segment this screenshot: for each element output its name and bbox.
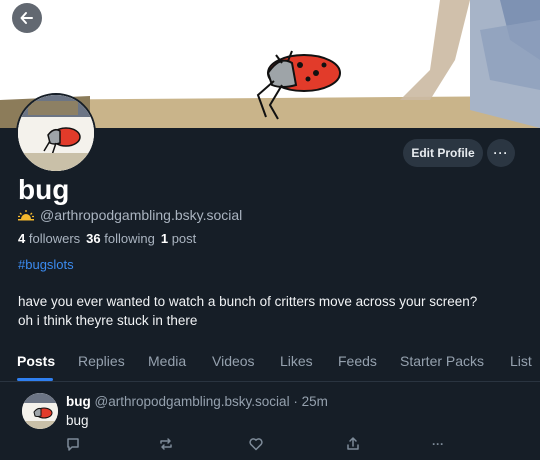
ellipsis-icon: ··· (432, 437, 444, 451)
tab-videos[interactable]: Videos (212, 353, 255, 369)
profile-avatar[interactable] (16, 93, 96, 173)
followers-count: 4 (18, 231, 26, 246)
followers-stat[interactable]: 4 followers (18, 231, 80, 246)
edit-profile-label: Edit Profile (411, 146, 475, 160)
post-author[interactable]: bug (66, 394, 91, 409)
following-count: 36 (86, 231, 101, 246)
back-button[interactable] (12, 3, 42, 33)
feed-post[interactable]: bug @arthropodgambling.bsky.social · 25m… (0, 383, 540, 460)
reply-button[interactable] (64, 435, 82, 453)
like-button[interactable] (247, 435, 265, 453)
bio-line-1: have you ever wanted to watch a bunch of… (18, 294, 478, 309)
profile-more-button[interactable]: ··· (487, 139, 515, 167)
tab-lists[interactable]: List (510, 353, 532, 369)
tab-posts[interactable]: Posts (17, 353, 55, 369)
profile-bio: have you ever wanted to watch a bunch of… (18, 292, 477, 330)
tab-feeds[interactable]: Feeds (338, 353, 377, 369)
post-handle[interactable]: @arthropodgambling.bsky.social (95, 394, 290, 409)
posts-count: 1 (160, 231, 169, 246)
post-separator: · (293, 394, 298, 409)
tab-starter-packs[interactable]: Starter Packs (400, 353, 484, 369)
profile-handle: @arthropodgambling.bsky.social (40, 207, 243, 223)
bio-line-2: oh i think theyre stuck in there (18, 313, 198, 328)
edit-profile-button[interactable]: Edit Profile (403, 139, 483, 167)
profile-stats: 4 followers 36 following 1 post (18, 231, 196, 246)
avatar-image (18, 95, 94, 171)
tab-replies[interactable]: Replies (78, 353, 125, 369)
speech-bubble-icon (67, 438, 79, 451)
repost-button[interactable] (157, 435, 175, 453)
handle-row: @arthropodgambling.bsky.social (18, 207, 242, 223)
share-button[interactable] (344, 435, 362, 453)
display-name: bug (18, 174, 70, 205)
active-tab-indicator (17, 378, 53, 381)
repost-icon (160, 438, 172, 450)
arrow-left-icon (20, 12, 33, 24)
following-stat[interactable]: 36 following (86, 231, 155, 246)
post-more-button[interactable]: ··· (429, 435, 447, 453)
post-timestamp[interactable]: 25m (302, 394, 328, 409)
share-icon (347, 437, 359, 450)
posts-label: post (171, 231, 197, 246)
following-label: following (104, 231, 155, 246)
post-header: bug @arthropodgambling.bsky.social · 25m (66, 394, 328, 409)
post-avatar[interactable] (22, 393, 58, 429)
profile-tabs: Posts Replies Media Videos Likes Feeds S… (0, 344, 540, 382)
post-text: bug (66, 413, 89, 428)
sunrise-icon (18, 210, 34, 221)
posts-stat: 1 post (161, 231, 196, 246)
ellipsis-icon: ··· (493, 146, 509, 160)
bio-hashtag-link[interactable]: #bugslots (18, 257, 74, 272)
followers-label: followers (28, 231, 81, 246)
tab-likes[interactable]: Likes (280, 353, 313, 369)
post-avatar-image (22, 393, 58, 429)
heart-icon (249, 438, 263, 451)
tab-media[interactable]: Media (148, 353, 186, 369)
